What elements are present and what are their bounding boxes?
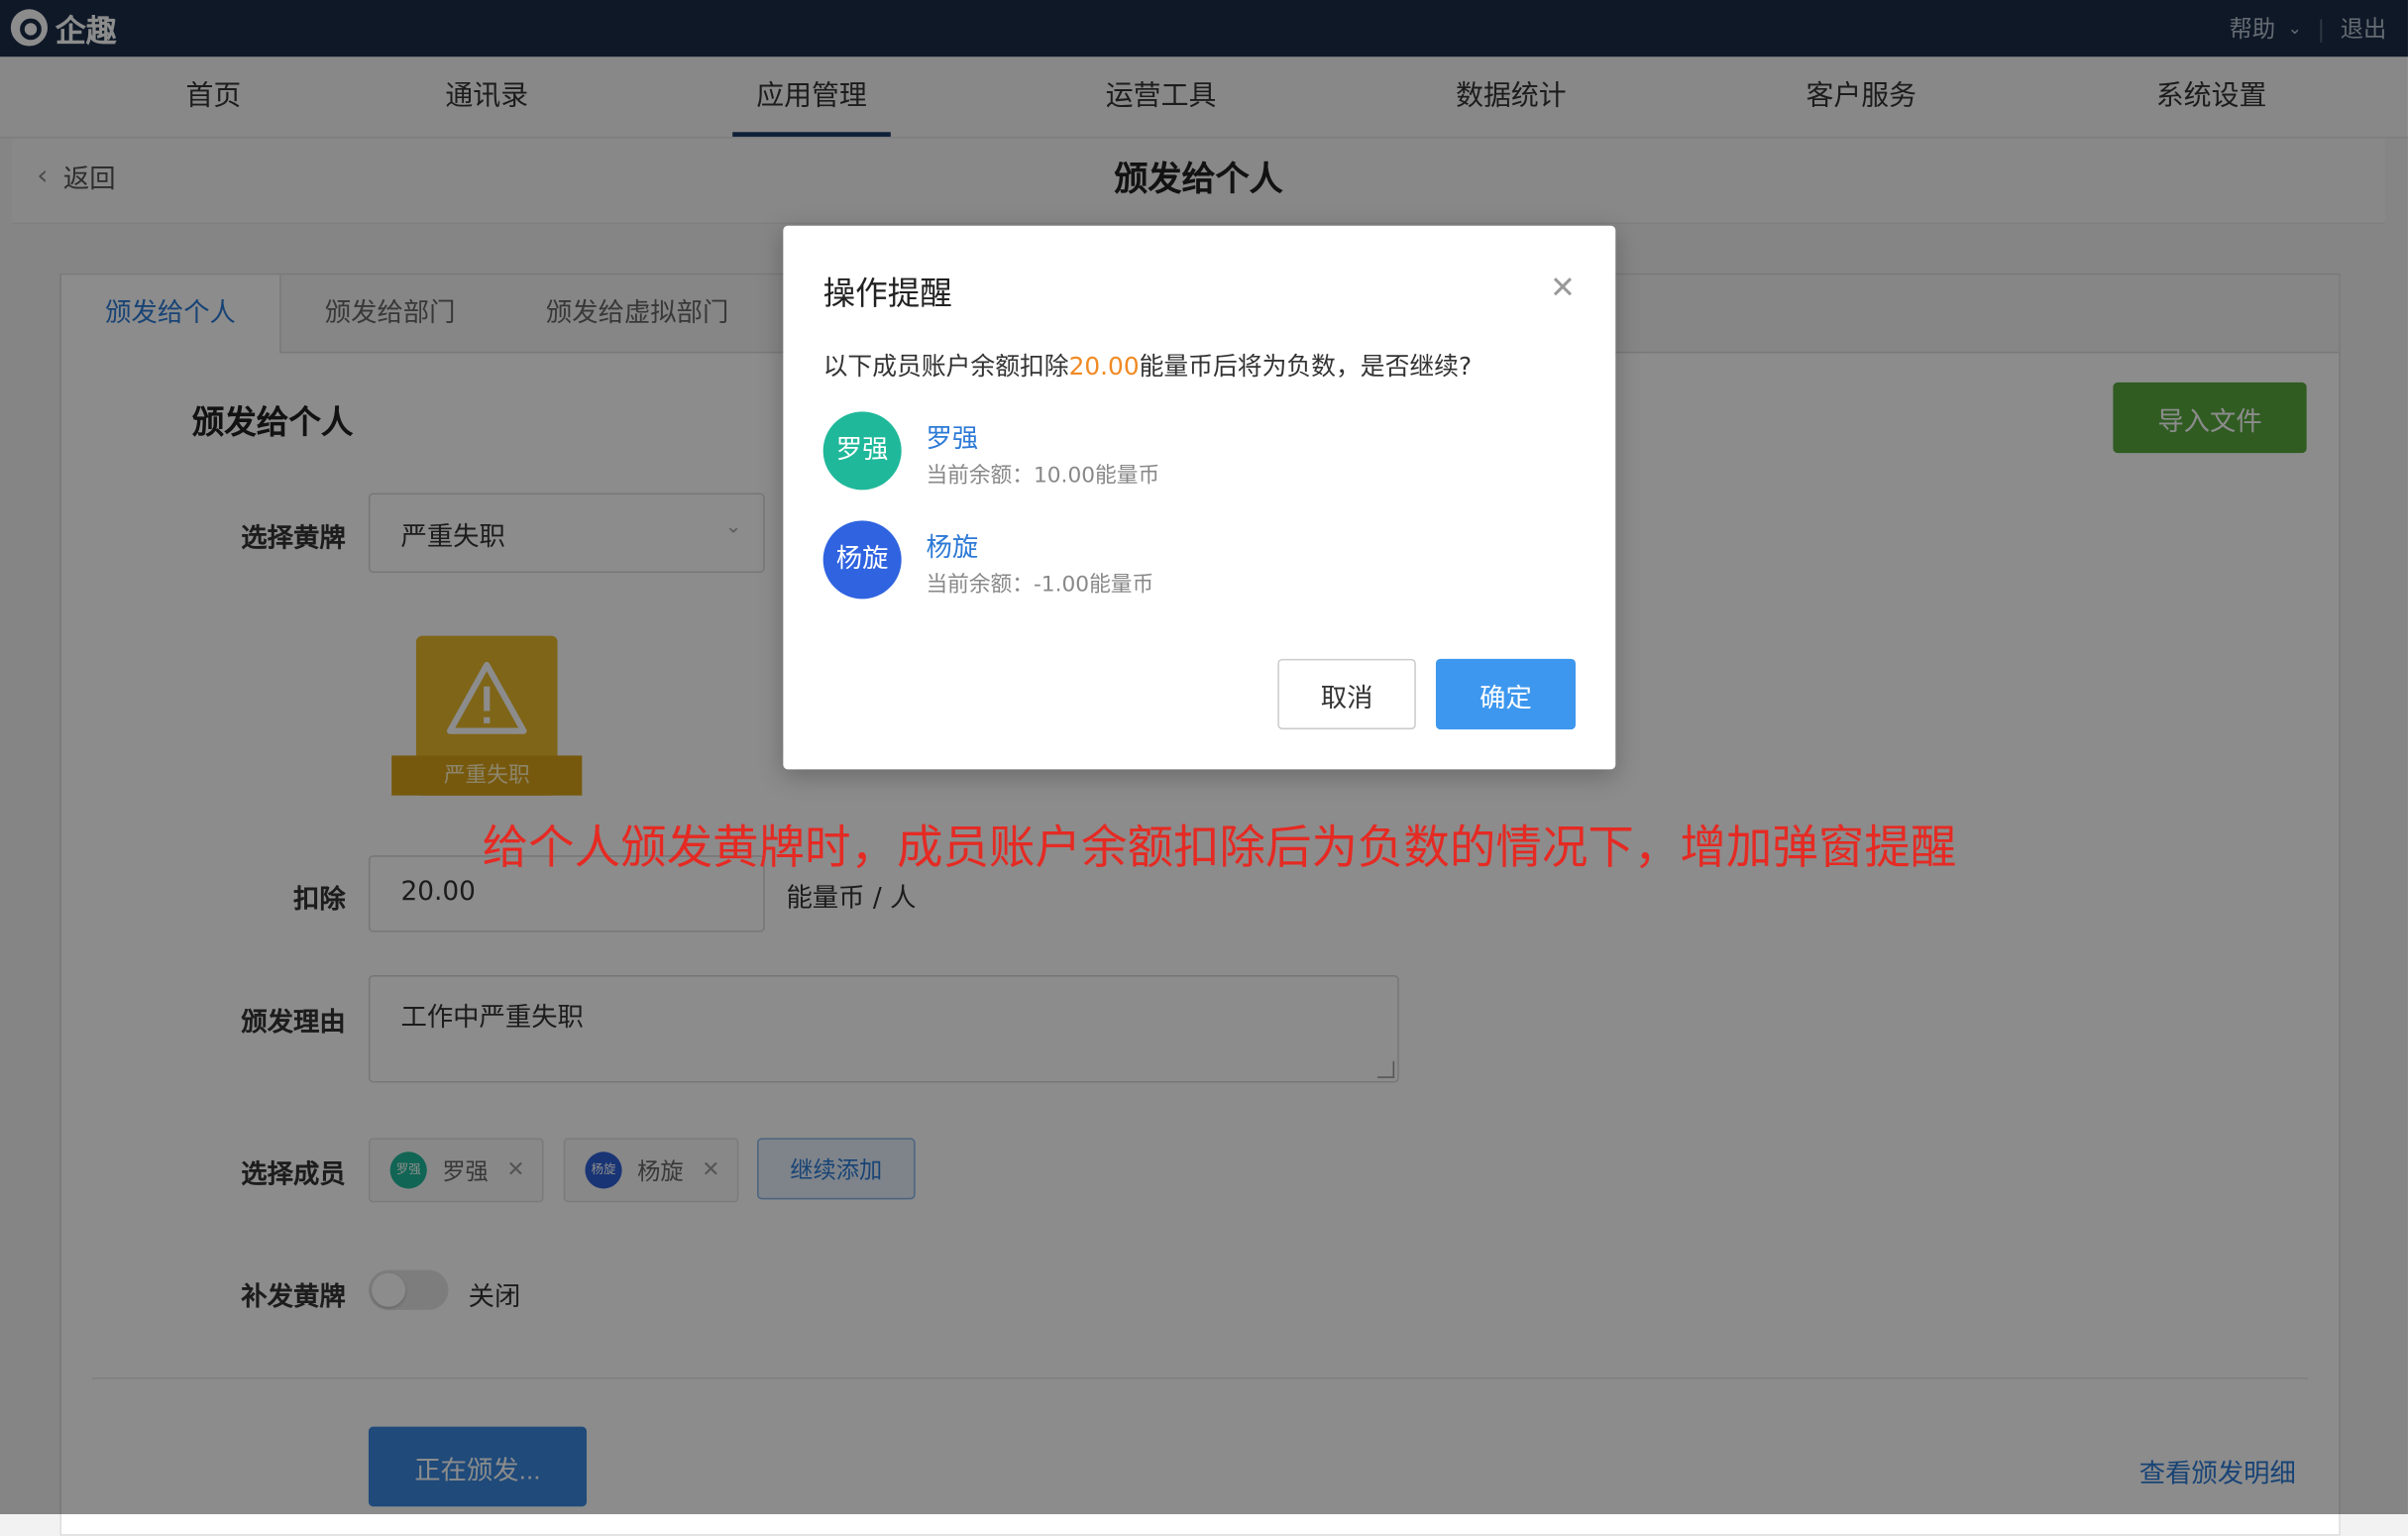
close-icon[interactable]: ✕ xyxy=(1550,269,1576,305)
dialog-message: 以下成员账户余额扣除20.00能量币后将为负数，是否继续? xyxy=(823,346,1472,383)
screen: 企趣 帮助 ⌄ | 退出 首页 通讯录 应用管理 运营工具 数据统计 客户服务 … xyxy=(0,0,2408,1536)
annotation-text: 给个人颁发黄牌时，成员账户余额扣除后为负数的情况下，增加弹窗提醒 xyxy=(482,822,1957,876)
member-name[interactable]: 杨旋 xyxy=(926,525,978,564)
negative-balance-member: 杨旋 杨旋 当前余额：-1.00能量币 xyxy=(822,520,1561,601)
member-balance: 当前余额：10.00能量币 xyxy=(926,464,1160,489)
avatar: 罗强 xyxy=(822,411,902,491)
message-prefix: 以下成员账户余额扣除 xyxy=(822,351,1069,382)
confirm-button[interactable]: 确定 xyxy=(1435,658,1576,730)
member-balance: 当前余额：-1.00能量币 xyxy=(926,573,1154,598)
cancel-button[interactable]: 取消 xyxy=(1277,658,1416,730)
confirm-dialog: 操作提醒 ✕ 以下成员账户余额扣除20.00能量币后将为负数，是否继续? 罗强 … xyxy=(783,225,1616,770)
message-amount: 20.00 xyxy=(1068,351,1140,382)
member-name[interactable]: 罗强 xyxy=(926,416,978,455)
negative-balance-member: 罗强 罗强 当前余额：10.00能量币 xyxy=(822,411,1561,492)
avatar: 杨旋 xyxy=(822,520,902,600)
message-suffix: 能量币后将为负数，是否继续? xyxy=(1139,351,1473,382)
dialog-title: 操作提醒 xyxy=(822,274,952,312)
